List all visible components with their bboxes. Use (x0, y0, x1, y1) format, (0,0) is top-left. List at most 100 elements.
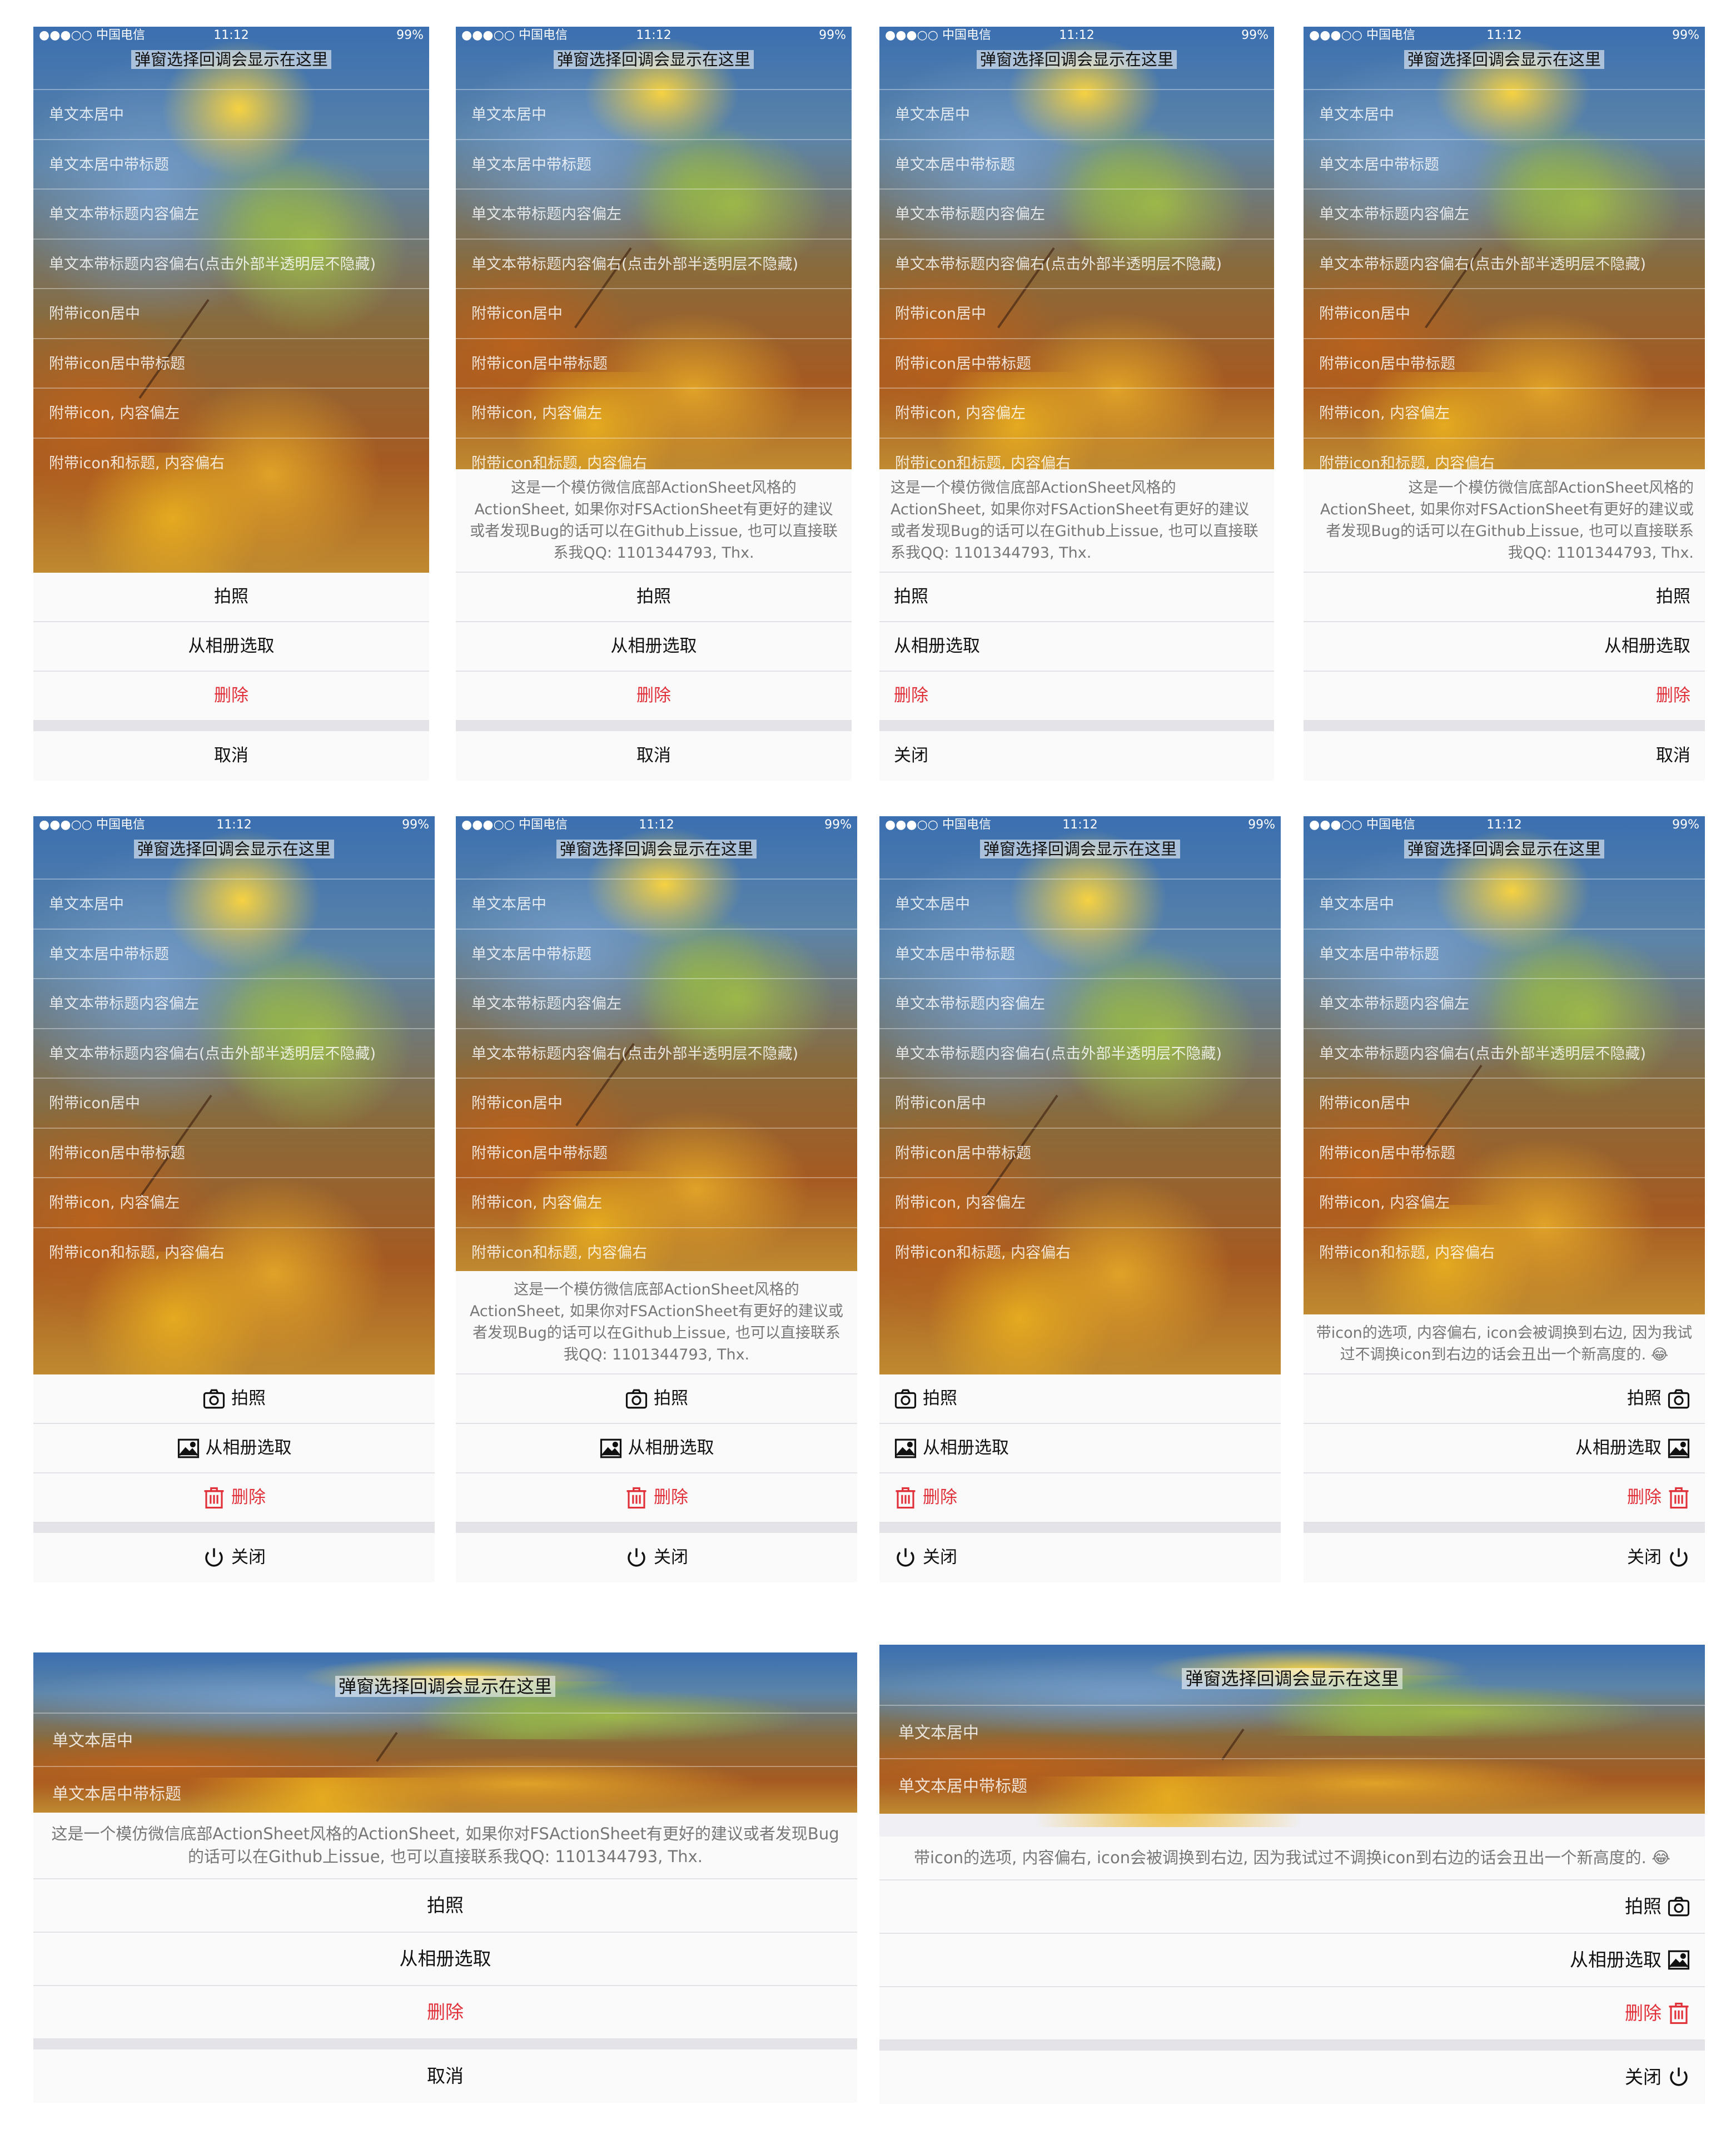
table-row[interactable]: 附带icon居中 (33, 288, 429, 338)
table-row[interactable]: 附带icon居中 (33, 1078, 435, 1128)
table-row[interactable]: 单文本居中 (879, 879, 1281, 929)
table-row[interactable]: 单文本居中带标题 (879, 1758, 1705, 1812)
table-row[interactable]: 单文本带标题内容偏右(点击外部半透明层不隐藏) (456, 1028, 857, 1078)
table-row[interactable]: 附带icon, 内容偏左 (1304, 388, 1705, 438)
table-row[interactable]: 附带icon和标题, 内容偏右 (879, 1227, 1281, 1277)
table-row[interactable]: 附带icon, 内容偏左 (456, 388, 852, 438)
delete-button[interactable]: 删除 (456, 672, 852, 721)
table-row[interactable]: 单文本带标题内容偏右(点击外部半透明层不隐藏) (879, 1028, 1281, 1078)
table-row[interactable]: 附带icon居中带标题 (879, 338, 1274, 388)
table-row[interactable]: 单文本带标题内容偏左 (879, 188, 1274, 239)
album-button[interactable]: 从相册选取 (33, 1933, 857, 1986)
table-row[interactable]: 附带icon, 内容偏左 (879, 388, 1274, 438)
album-button[interactable]: 从相册选取 (33, 1424, 435, 1473)
close-button[interactable]: 关闭 (1304, 1533, 1705, 1582)
album-button[interactable]: 从相册选取 (879, 1424, 1281, 1473)
table-row[interactable]: 单文本带标题内容偏右(点击外部半透明层不隐藏) (879, 238, 1274, 289)
table-row[interactable]: 单文本带标题内容偏右(点击外部半透明层不隐藏) (33, 1028, 435, 1078)
table-row[interactable]: 附带icon, 内容偏左 (33, 1177, 435, 1227)
table-row[interactable]: 附带icon居中 (1304, 1078, 1705, 1128)
table-row[interactable]: 附带icon, 内容偏左 (879, 1177, 1281, 1227)
table-row[interactable]: 单文本带标题内容偏左 (33, 978, 435, 1028)
photo-button[interactable]: 拍照 (33, 1374, 435, 1424)
album-button[interactable]: 从相册选取 (456, 622, 852, 672)
table-row[interactable]: 单文本居中 (456, 879, 857, 929)
table-row[interactable]: 单文本居中带标题 (33, 928, 435, 979)
table-row[interactable]: 单文本带标题内容偏右(点击外部半透明层不隐藏) (456, 238, 852, 289)
table-row[interactable]: 单文本居中 (879, 1705, 1705, 1758)
table-row[interactable]: 单文本带标题内容偏左 (456, 978, 857, 1028)
table-row[interactable]: 附带icon和标题, 内容偏右 (33, 1227, 435, 1277)
table-row[interactable]: 单文本居中 (33, 89, 429, 139)
table-row[interactable]: 单文本居中带标题 (879, 928, 1281, 979)
photo-button[interactable]: 拍照 (879, 573, 1274, 622)
table-row[interactable]: 附带icon, 内容偏左 (1304, 1177, 1705, 1227)
table-row[interactable]: 附带icon, 内容偏左 (33, 388, 429, 438)
close-button[interactable]: 关闭 (879, 731, 1274, 781)
photo-button[interactable]: 拍照 (879, 1880, 1705, 1934)
cancel-button[interactable]: 取消 (33, 731, 429, 781)
cancel-button[interactable]: 取消 (456, 731, 852, 781)
table-row[interactable]: 单文本带标题内容偏左 (1304, 978, 1705, 1028)
table-row[interactable]: 单文本居中带标题 (456, 138, 852, 189)
close-button[interactable]: 关闭 (456, 1533, 857, 1582)
table-row[interactable]: 单文本居中带标题 (33, 138, 429, 189)
table-row[interactable]: 附带icon居中带标题 (33, 1127, 435, 1178)
table-row[interactable]: 单文本带标题内容偏左 (33, 188, 429, 239)
close-button[interactable]: 关闭 (33, 1533, 435, 1582)
album-button[interactable]: 从相册选取 (1304, 1424, 1705, 1473)
cancel-button[interactable]: 取消 (1304, 731, 1705, 781)
table-row[interactable]: 附带icon居中带标题 (1304, 338, 1705, 388)
table-row[interactable]: 单文本居中带标题 (456, 928, 857, 979)
delete-button[interactable]: 删除 (33, 672, 429, 721)
album-button[interactable]: 从相册选取 (879, 1934, 1705, 1987)
table-row[interactable]: 单文本居中 (1304, 89, 1705, 139)
table-row[interactable]: 单文本带标题内容偏左 (1304, 188, 1705, 239)
table-row[interactable]: 附带icon和标题, 内容偏右 (1304, 1227, 1705, 1277)
table-row[interactable]: 单文本居中 (879, 89, 1274, 139)
photo-button[interactable]: 拍照 (879, 1374, 1281, 1424)
table-row[interactable]: 单文本居中带标题 (1304, 138, 1705, 189)
table-row[interactable]: 单文本居中带标题 (879, 138, 1274, 189)
table-row[interactable]: 附带icon居中 (879, 1078, 1281, 1128)
album-button[interactable]: 从相册选取 (1304, 622, 1705, 672)
photo-button[interactable]: 拍照 (33, 573, 429, 622)
table-row[interactable]: 单文本居中 (33, 879, 435, 929)
table-row[interactable]: 附带icon居中带标题 (33, 338, 429, 388)
album-button[interactable]: 从相册选取 (879, 622, 1274, 672)
table-row[interactable]: 单文本带标题内容偏右(点击外部半透明层不隐藏) (1304, 1028, 1705, 1078)
table-row[interactable]: 单文本带标题内容偏左 (456, 188, 852, 239)
table-row[interactable]: 附带icon居中 (456, 1078, 857, 1128)
photo-button[interactable]: 拍照 (456, 1374, 857, 1424)
delete-button[interactable]: 删除 (456, 1473, 857, 1523)
table-row[interactable]: 附带icon居中 (1304, 288, 1705, 338)
table-row[interactable]: 单文本居中带标题 (33, 1766, 857, 1819)
delete-button[interactable]: 删除 (33, 1473, 435, 1523)
table-row[interactable]: 附带icon和标题, 内容偏右 (33, 437, 429, 488)
table-row[interactable]: 附带icon居中带标题 (1304, 1127, 1705, 1178)
table-row[interactable]: 附带icon居中 (456, 288, 852, 338)
table-row[interactable]: 附带icon居中带标题 (456, 338, 852, 388)
close-button[interactable]: 关闭 (879, 1533, 1281, 1582)
table-row[interactable]: 单文本带标题内容偏右(点击外部半透明层不隐藏) (1304, 238, 1705, 289)
table-row[interactable]: 单文本带标题内容偏左 (879, 978, 1281, 1028)
table-row[interactable]: 附带icon居中 (879, 288, 1274, 338)
delete-button[interactable]: 删除 (33, 1986, 857, 2039)
table-row[interactable]: 附带icon和标题, 内容偏右 (456, 1227, 857, 1277)
cancel-button[interactable]: 取消 (33, 2049, 857, 2103)
table-row[interactable]: 附带icon, 内容偏左 (456, 1177, 857, 1227)
table-row[interactable]: 单文本带标题内容偏右(点击外部半透明层不隐藏) (33, 238, 429, 289)
delete-button[interactable]: 删除 (1304, 1473, 1705, 1523)
table-row[interactable]: 单文本居中 (1304, 879, 1705, 929)
table-row[interactable]: 附带icon居中带标题 (456, 1127, 857, 1178)
delete-button[interactable]: 删除 (1304, 672, 1705, 721)
delete-button[interactable]: 删除 (879, 672, 1274, 721)
table-row[interactable]: 单文本居中带标题 (1304, 928, 1705, 979)
photo-button[interactable]: 拍照 (1304, 573, 1705, 622)
delete-button[interactable]: 删除 (879, 1473, 1281, 1523)
album-button[interactable]: 从相册选取 (456, 1424, 857, 1473)
photo-button[interactable]: 拍照 (1304, 1374, 1705, 1424)
photo-button[interactable]: 拍照 (33, 1879, 857, 1933)
table-row[interactable]: 单文本居中 (456, 89, 852, 139)
delete-button[interactable]: 删除 (879, 1987, 1705, 2041)
